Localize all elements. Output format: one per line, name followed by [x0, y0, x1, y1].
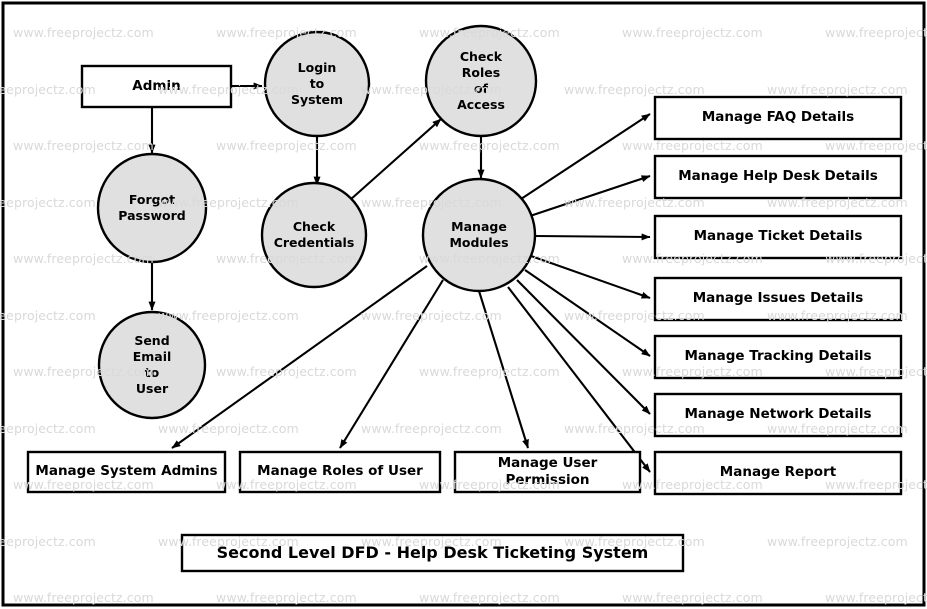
process-manage-modules[interactable]	[423, 179, 535, 291]
store-manage-faq-details[interactable]	[655, 97, 901, 139]
flow-modules-to-roles-of-user	[339, 279, 444, 449]
flow-modules-to-system-admins	[171, 265, 428, 449]
store-manage-help-desk-details[interactable]	[655, 156, 901, 198]
process-check-roles-of-access[interactable]	[426, 26, 536, 136]
entity-admin[interactable]	[82, 66, 231, 107]
dfd-diagram-canvas: www.freeprojectz.com www.freeprojectz.com…	[0, 0, 927, 609]
flow-modules-to-user-permission	[477, 290, 530, 449]
store-manage-tracking-details[interactable]	[655, 336, 901, 378]
flow-connectors	[148, 82, 651, 473]
store-manage-network-details[interactable]	[655, 394, 901, 436]
process-send-email-to-user[interactable]	[99, 312, 205, 418]
process-forgot-password[interactable]	[98, 154, 206, 262]
flow-modules-to-tracking	[524, 269, 651, 357]
flow-modules-to-issues	[530, 255, 651, 299]
process-check-credentials[interactable]	[262, 183, 366, 287]
store-manage-system-admins[interactable]	[28, 452, 225, 492]
store-manage-ticket-details[interactable]	[655, 216, 901, 258]
flow-modules-to-network	[516, 279, 651, 415]
store-manage-roles-of-user[interactable]	[240, 452, 440, 492]
store-manage-user-permission[interactable]	[455, 452, 640, 492]
flow-modules-to-ticket	[534, 233, 651, 241]
flow-check-credentials-to-check-roles	[349, 118, 442, 201]
store-manage-issues-details[interactable]	[655, 278, 901, 320]
store-manage-report[interactable]	[655, 452, 901, 494]
diagram-title-rect	[180, 533, 685, 573]
flow-modules-to-report	[507, 286, 651, 473]
flow-modules-to-faq	[520, 113, 651, 200]
process-login-to-system[interactable]	[265, 32, 369, 136]
